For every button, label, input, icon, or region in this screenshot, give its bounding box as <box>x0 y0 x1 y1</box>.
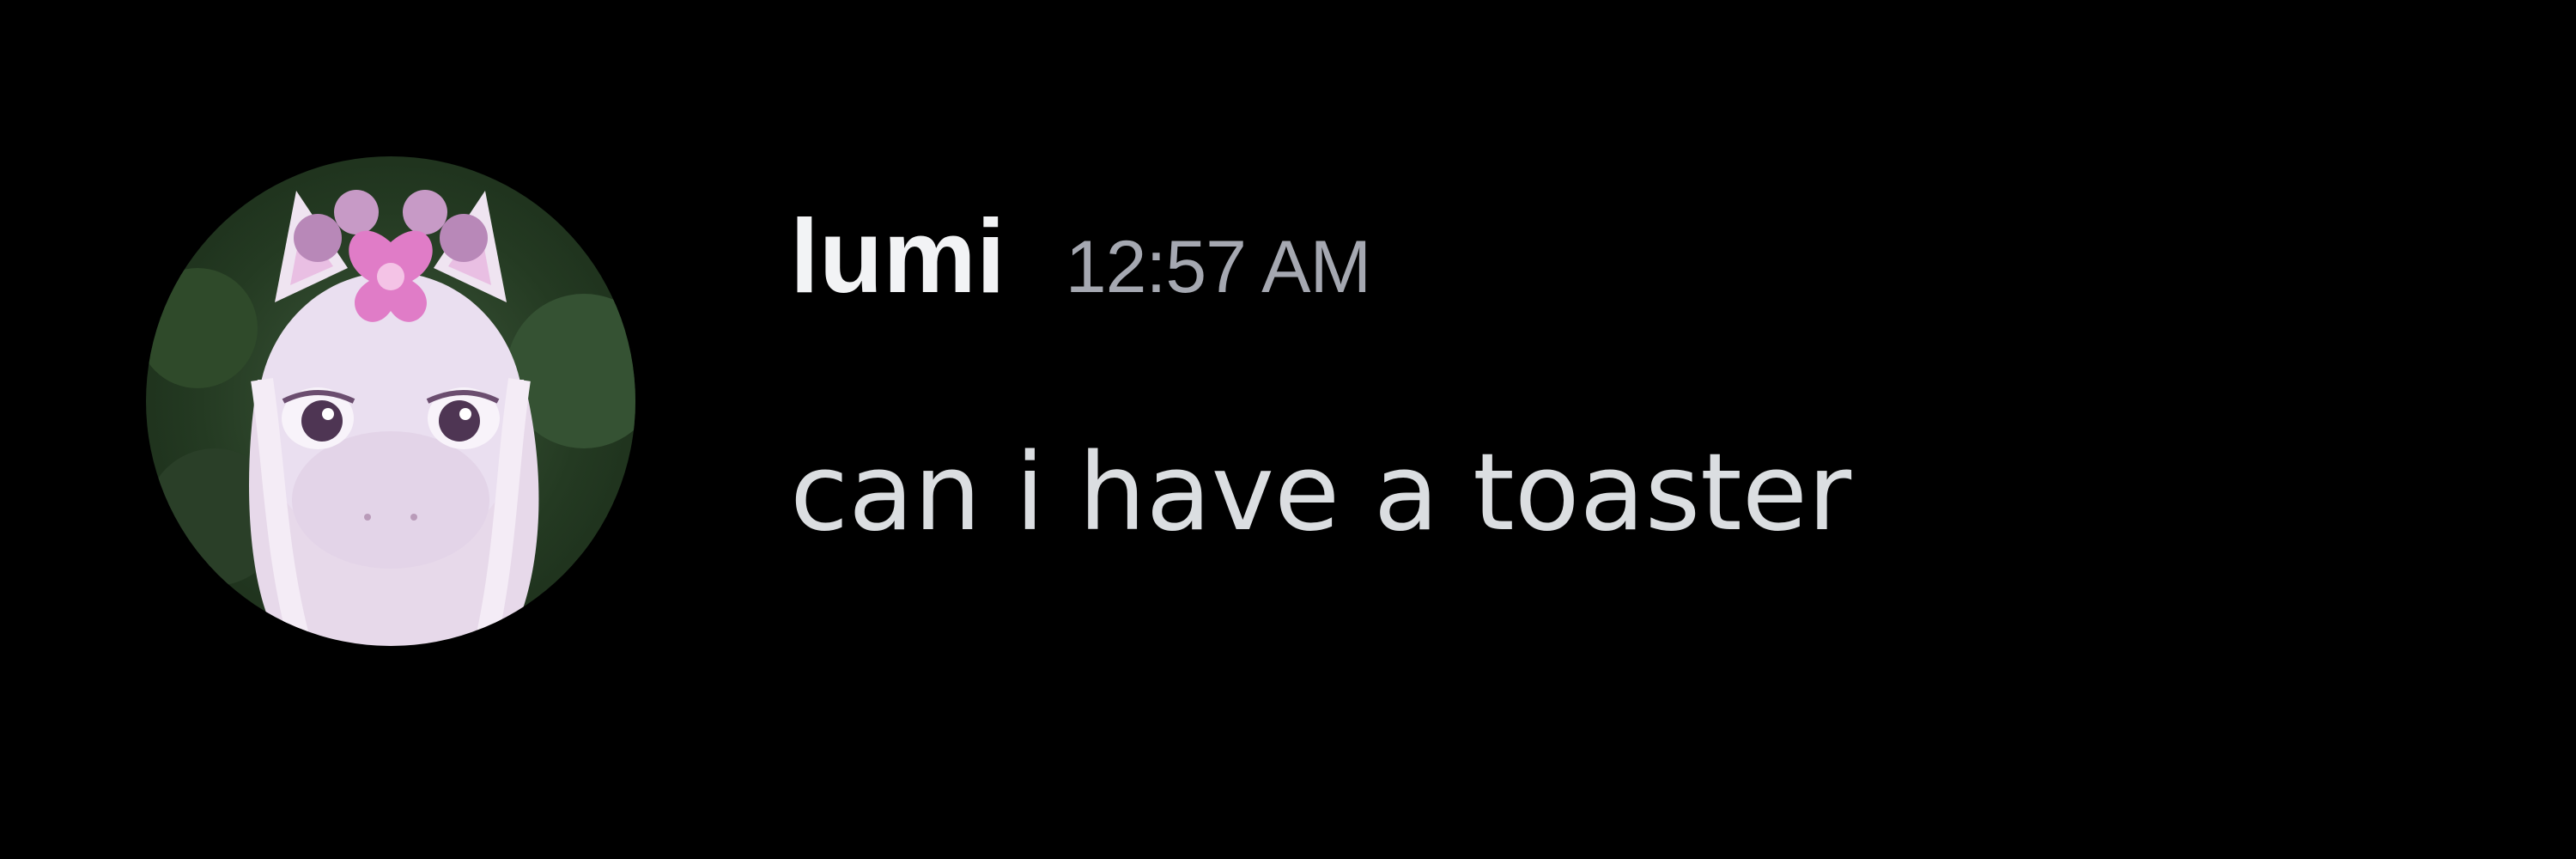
message-content: can i have a toaster <box>790 431 1852 555</box>
user-avatar[interactable] <box>146 156 635 646</box>
message-header: lumi 12:57 AM <box>790 204 1371 332</box>
username[interactable]: lumi <box>790 204 1005 308</box>
chat-view: lumi 12:57 AM can i have a toaster <box>0 0 2576 859</box>
pony-avatar-icon <box>146 190 635 646</box>
message-timestamp: 12:57 AM <box>1065 226 1371 308</box>
chat-message: lumi 12:57 AM can i have a toaster <box>146 156 2464 655</box>
